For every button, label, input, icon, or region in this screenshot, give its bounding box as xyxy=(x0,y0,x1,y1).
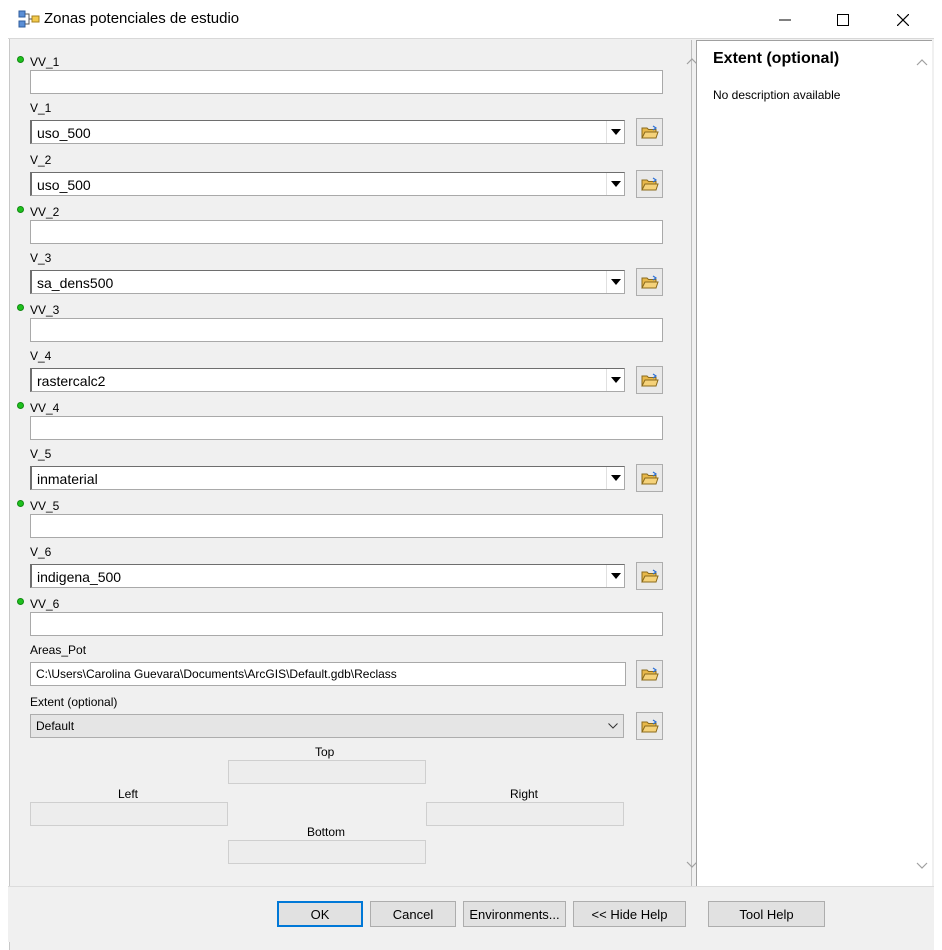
scroll-up-icon[interactable] xyxy=(916,57,928,69)
vv1-label: VV_1 xyxy=(30,55,60,69)
cancel-button[interactable]: Cancel xyxy=(370,901,456,927)
environments-button[interactable]: Environments... xyxy=(463,901,566,927)
extent-browse-button[interactable] xyxy=(636,712,663,740)
tool-help-button[interactable]: Tool Help xyxy=(708,901,825,927)
maximize-icon xyxy=(837,13,849,26)
minimize-icon xyxy=(779,19,791,20)
hide-help-button[interactable]: << Hide Help xyxy=(573,901,686,927)
areas-pot-path: C:\Users\Carolina Guevara\Documents\ArcG… xyxy=(36,667,397,681)
dropdown-arrow-icon[interactable] xyxy=(606,467,624,489)
close-button[interactable] xyxy=(874,0,932,39)
v3-value: sa_dens500 xyxy=(37,275,114,291)
model-tool-icon xyxy=(18,10,40,28)
chevron-down-icon xyxy=(608,723,618,729)
areas-pot-input[interactable]: C:\Users\Carolina Guevara\Documents\ArcG… xyxy=(30,662,626,686)
close-icon xyxy=(897,13,909,26)
scroll-down-icon[interactable] xyxy=(916,859,928,871)
vv4-label: VV_4 xyxy=(30,401,60,415)
maximize-button[interactable] xyxy=(814,0,872,39)
title-bar[interactable]: Zonas potenciales de estudio xyxy=(8,0,934,39)
dropdown-arrow-icon[interactable] xyxy=(606,271,624,293)
open-folder-icon xyxy=(640,569,659,582)
vv1-input[interactable] xyxy=(30,70,663,94)
v5-browse-button[interactable] xyxy=(636,464,663,492)
v5-combobox[interactable]: inmaterial xyxy=(30,466,625,490)
window-title: Zonas potenciales de estudio xyxy=(44,10,240,27)
extent-left-label: Left xyxy=(118,787,139,801)
vv5-input[interactable] xyxy=(30,514,663,538)
v2-browse-button[interactable] xyxy=(636,170,663,198)
vv2-label: VV_2 xyxy=(30,205,60,219)
open-folder-icon xyxy=(640,125,659,138)
v5-label: V_5 xyxy=(30,447,52,461)
v1-value: uso_500 xyxy=(37,125,91,141)
extent-bottom-label: Bottom xyxy=(307,825,346,839)
help-description: No description available xyxy=(713,88,841,102)
vv6-label: VV_6 xyxy=(30,597,60,611)
v2-combobox[interactable]: uso_500 xyxy=(30,172,625,196)
ok-button[interactable]: OK xyxy=(277,901,363,927)
extent-label: Extent (optional) xyxy=(30,695,118,709)
v3-combobox[interactable]: sa_dens500 xyxy=(30,270,625,294)
v1-browse-button[interactable] xyxy=(636,118,663,146)
extent-combobox[interactable]: Default xyxy=(30,714,624,738)
v1-label: V_1 xyxy=(30,101,52,115)
v3-browse-button[interactable] xyxy=(636,268,663,296)
open-folder-icon xyxy=(640,275,659,288)
v4-value: rastercalc2 xyxy=(37,373,106,389)
required-indicator-icon xyxy=(17,500,24,507)
button-bar: OK Cancel Environments... << Hide Help T… xyxy=(8,886,934,942)
vv2-input[interactable] xyxy=(30,220,663,244)
v4-combobox[interactable]: rastercalc2 xyxy=(30,368,625,392)
vv4-input[interactable] xyxy=(30,416,663,440)
extent-value: Default xyxy=(36,719,75,733)
dropdown-arrow-icon[interactable] xyxy=(606,369,624,391)
extent-top-label: Top xyxy=(315,745,335,759)
extent-bottom-input xyxy=(228,840,426,864)
open-folder-icon xyxy=(640,719,659,732)
vv6-input[interactable] xyxy=(30,612,663,636)
extent-right-input xyxy=(426,802,624,826)
vv3-input[interactable] xyxy=(30,318,663,342)
v3-label: V_3 xyxy=(30,251,52,265)
v4-browse-button[interactable] xyxy=(636,366,663,394)
extent-right-label: Right xyxy=(510,787,539,801)
extent-left-input xyxy=(30,802,228,826)
v4-label: V_4 xyxy=(30,349,52,363)
help-title: Extent (optional) xyxy=(713,50,840,67)
dropdown-arrow-icon[interactable] xyxy=(606,173,624,195)
extent-top-input xyxy=(228,760,426,784)
help-pane: Extent (optional) No description availab… xyxy=(696,40,932,886)
open-folder-icon xyxy=(640,177,659,190)
required-indicator-icon xyxy=(17,598,24,605)
v1-combobox[interactable]: uso_500 xyxy=(30,120,625,144)
areas-pot-label: Areas_Pot xyxy=(30,643,87,657)
v6-browse-button[interactable] xyxy=(636,562,663,590)
minimize-button[interactable] xyxy=(756,0,814,39)
background-window-edge-right xyxy=(934,0,942,950)
open-folder-icon xyxy=(640,471,659,484)
required-indicator-icon xyxy=(17,402,24,409)
vv5-label: VV_5 xyxy=(30,499,60,513)
v6-value: indigena_500 xyxy=(37,569,122,585)
required-indicator-icon xyxy=(17,206,24,213)
required-indicator-icon xyxy=(17,304,24,311)
required-indicator-icon xyxy=(17,56,24,63)
background-window-edge xyxy=(0,0,10,950)
dropdown-arrow-icon[interactable] xyxy=(606,565,624,587)
v6-combobox[interactable]: indigena_500 xyxy=(30,564,625,588)
v5-value: inmaterial xyxy=(37,471,98,487)
v6-label: V_6 xyxy=(30,545,52,559)
parameters-pane: VV_1 V_1 uso_500 V_2 uso_500 VV_2 V_3 sa… xyxy=(10,40,698,886)
tool-dialog-window: Zonas potenciales de estudio VV_1 V_1 us… xyxy=(0,0,942,950)
vv3-label: VV_3 xyxy=(30,303,60,317)
v2-label: V_2 xyxy=(30,153,52,167)
areas-pot-browse-button[interactable] xyxy=(636,660,663,688)
dropdown-arrow-icon[interactable] xyxy=(606,121,624,143)
open-folder-icon xyxy=(640,373,659,386)
v2-value: uso_500 xyxy=(37,177,91,193)
open-folder-icon xyxy=(640,667,659,680)
